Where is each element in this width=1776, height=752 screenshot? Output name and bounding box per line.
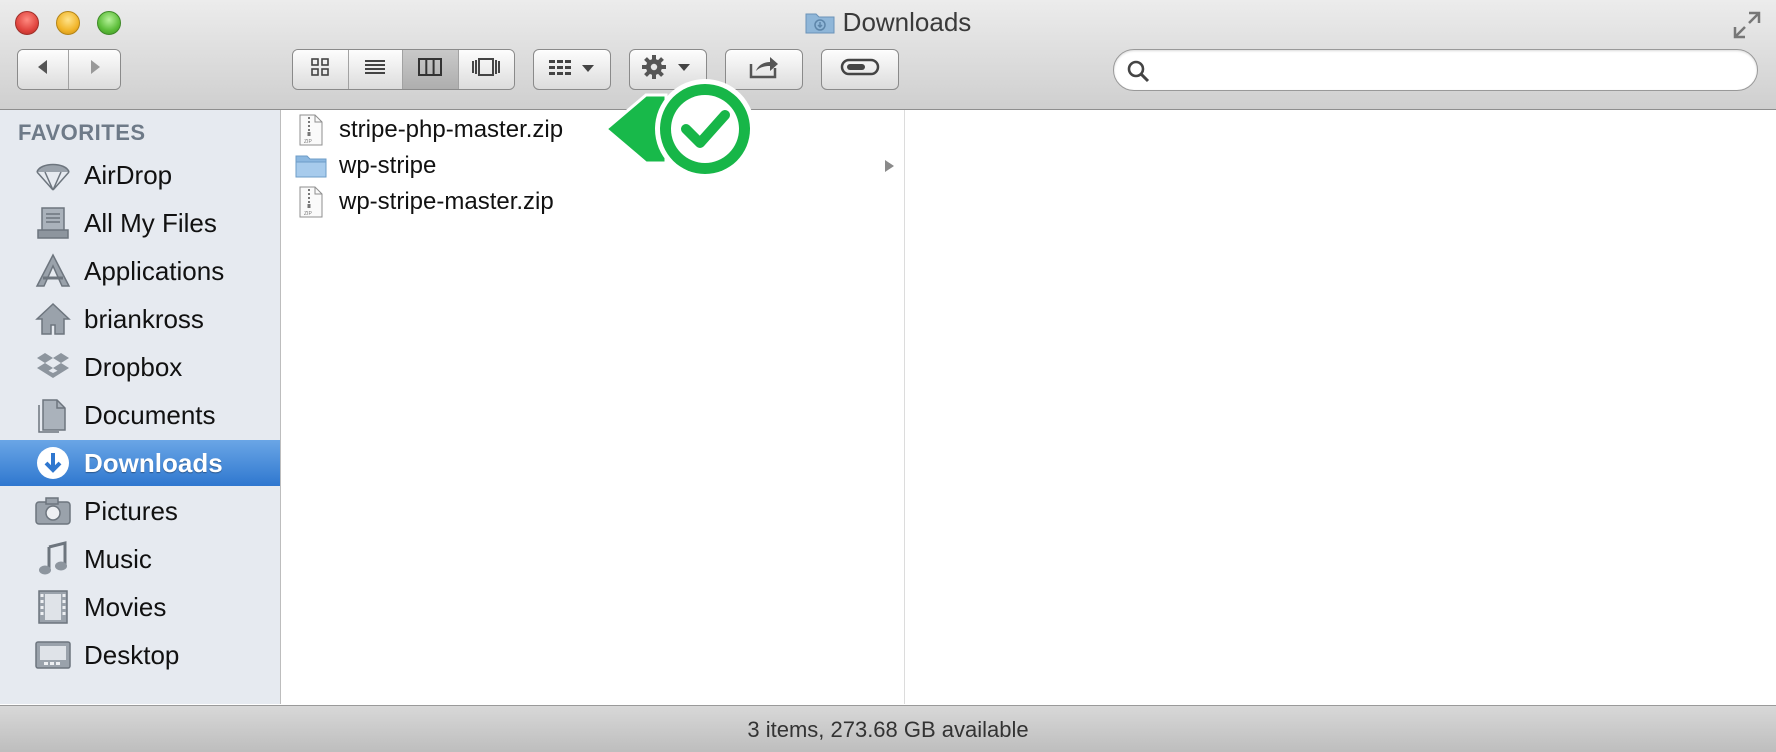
sidebar-item-label: Downloads [84, 447, 223, 478]
sidebar-item-label: AirDrop [84, 159, 173, 190]
green-checkmark-badge [603, 73, 756, 188]
sidebar-item-label: Movies [84, 591, 167, 622]
file-row-wp-stripe-master-zip[interactable]: ZIP wp-stripe-master.zip [281, 184, 904, 220]
icon-view-button[interactable] [293, 50, 349, 89]
dropbox-icon [33, 347, 73, 387]
window-title-text: Downloads [842, 7, 972, 37]
zip-file-icon: ZIP [295, 185, 327, 219]
file-name: wp-stripe-master.zip [339, 188, 554, 215]
search-icon [1126, 59, 1150, 88]
sidebar-item-downloads[interactable]: Downloads [0, 440, 280, 486]
svg-text:ZIP: ZIP [304, 211, 312, 217]
finder-window: Downloads FAVORITES AirDrop All My Files… [0, 0, 1776, 752]
applications-icon [33, 251, 73, 291]
arrange-grid-icon [547, 56, 597, 83]
sidebar-item-label: Documents [84, 399, 216, 430]
favorites-heading: FAVORITES [18, 120, 146, 145]
view-mode-control [292, 49, 515, 90]
all-files-icon [33, 203, 73, 243]
status-text: 3 items, 273.68 GB available [747, 717, 1029, 742]
tags-button[interactable] [821, 49, 899, 90]
forward-button[interactable] [69, 50, 120, 89]
home-icon [33, 299, 73, 339]
file-row-stripe-php-master-zip[interactable]: ZIP stripe-php-master.zip [281, 112, 904, 148]
music-note-icon [33, 539, 73, 579]
sidebar-item-documents[interactable]: Documents [0, 392, 280, 438]
file-column-empty [905, 110, 1776, 704]
sidebar-item-airdrop[interactable]: AirDrop [0, 152, 280, 198]
zip-file-icon: ZIP [295, 113, 327, 147]
tag-pill-icon [839, 56, 881, 83]
desktop-icon [33, 635, 73, 675]
documents-icon [33, 395, 73, 435]
sidebar-item-label: briankross [84, 303, 204, 334]
search-field[interactable] [1113, 49, 1758, 91]
chevron-left-icon [34, 58, 52, 81]
sidebar-item-label: Pictures [84, 495, 178, 526]
search-input[interactable] [1160, 56, 1744, 86]
file-row-wp-stripe[interactable]: wp-stripe [281, 148, 904, 184]
sidebar-item-all-my-files[interactable]: All My Files [0, 200, 280, 246]
status-bar: 3 items, 273.68 GB available [0, 705, 1776, 752]
file-column-downloads: ZIP stripe-php-master.zip wp-stripe ZIP … [281, 110, 905, 704]
cover-flow-view-button[interactable] [458, 50, 514, 89]
list-view-icon [363, 56, 387, 83]
arrange-button[interactable] [533, 49, 611, 90]
sidebar-item-desktop[interactable]: Desktop [0, 632, 280, 678]
svg-text:ZIP: ZIP [304, 139, 312, 145]
column-view-button[interactable] [403, 50, 459, 89]
sidebar-item-briankross[interactable]: briankross [0, 296, 280, 342]
cover-flow-icon [471, 56, 501, 83]
toolbar: Downloads [0, 0, 1776, 110]
sidebar-item-label: Applications [84, 255, 225, 286]
downloads-folder-icon [805, 10, 835, 41]
sidebar-item-label: Desktop [84, 639, 180, 670]
disclosure-arrow-icon [882, 159, 896, 178]
column-view-icon [417, 56, 443, 83]
folder-icon [295, 149, 327, 183]
sidebar-item-dropbox[interactable]: Dropbox [0, 344, 280, 390]
sidebar-item-applications[interactable]: Applications [0, 248, 280, 294]
sidebar-item-label: Music [84, 543, 152, 574]
chevron-right-icon [86, 58, 104, 81]
back-button[interactable] [18, 50, 70, 89]
file-name: stripe-php-master.zip [339, 116, 564, 143]
list-view-button[interactable] [348, 50, 404, 89]
sidebar-item-label: Dropbox [84, 351, 183, 382]
fullscreen-arrows-icon[interactable] [1732, 10, 1762, 45]
sidebar-item-music[interactable]: Music [0, 536, 280, 582]
airdrop-icon [33, 155, 73, 195]
camera-icon [33, 491, 73, 531]
downloads-icon [33, 443, 73, 483]
back-forward-control [17, 49, 121, 90]
file-name: wp-stripe [339, 152, 437, 179]
sidebar-item-pictures[interactable]: Pictures [0, 488, 280, 534]
film-strip-icon [33, 587, 73, 627]
icon-view-icon [309, 56, 331, 83]
sidebar: FAVORITES AirDrop All My Files Applicati… [0, 110, 281, 704]
sidebar-item-label: All My Files [84, 207, 217, 238]
sidebar-item-movies[interactable]: Movies [0, 584, 280, 630]
window-title: Downloads [0, 7, 1776, 41]
